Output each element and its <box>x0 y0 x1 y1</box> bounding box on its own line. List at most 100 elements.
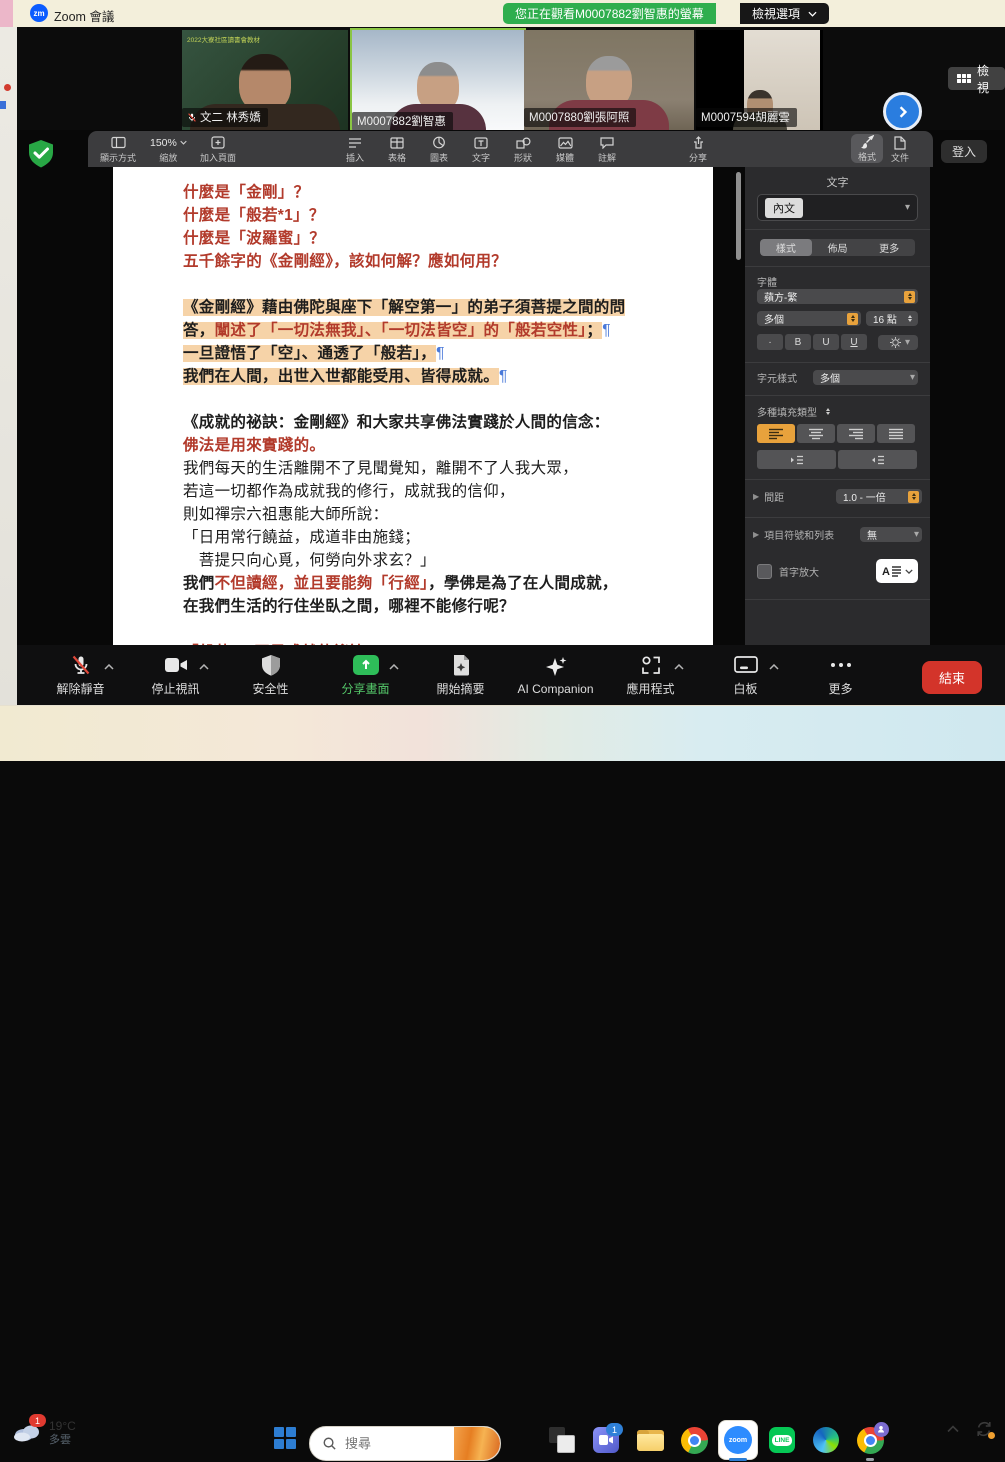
underline2-button[interactable]: U <box>841 334 867 350</box>
add-page-icon <box>211 135 225 150</box>
chevron-up-icon[interactable] <box>674 657 684 675</box>
align-justify-button[interactable] <box>877 424 915 443</box>
participant-tile[interactable]: 2022大寮社區讀書會教材文二 林秀嬌 <box>182 30 348 130</box>
taskbar-search[interactable] <box>309 1426 501 1461</box>
align-right-button[interactable] <box>837 424 875 443</box>
end-meeting-button[interactable]: 結束 <box>922 661 982 694</box>
window-title: Zoom 會議 <box>54 6 114 25</box>
participant-tile[interactable]: M0007882劉智惠 <box>350 28 526 136</box>
chevron-up-icon[interactable] <box>769 657 779 675</box>
unmute-button[interactable]: 解除靜音 <box>33 653 128 697</box>
paragraph-style-dropdown[interactable]: 內文 ▾ <box>757 194 918 221</box>
apps-button[interactable]: 應用程式 <box>603 653 698 697</box>
tab-佈局[interactable]: 佈局 <box>812 239 864 256</box>
taskbar-app-task-view[interactable] <box>540 1418 584 1462</box>
table-button[interactable]: 表格 <box>388 135 406 164</box>
document-scrollbar-thumb[interactable] <box>736 172 741 260</box>
chevron-up-icon[interactable] <box>199 657 209 675</box>
tray-expand[interactable] <box>947 1420 959 1438</box>
align-left-button[interactable] <box>757 424 795 443</box>
start-button[interactable] <box>270 1423 300 1453</box>
taskbar-app-chrome[interactable] <box>672 1418 716 1462</box>
bold-button[interactable]: B <box>785 334 811 350</box>
bullets-dropdown[interactable]: 無 ▾ <box>860 527 922 542</box>
tab-更多[interactable]: 更多 <box>863 239 915 256</box>
text-button[interactable]: 文字 <box>472 135 490 164</box>
fill-type-control[interactable]: 多種填充類型 <box>757 404 833 419</box>
spacing-disclosure[interactable]: ▶間距 <box>753 489 784 504</box>
desktop-left-strip <box>0 27 17 705</box>
text-run: 「日用常行饒益，成道非由施錢； <box>183 529 420 546</box>
participant-tile[interactable]: M0007594胡麗雲 <box>696 30 823 130</box>
document-button[interactable]: 文件 <box>891 135 909 164</box>
stop-video-button[interactable]: 停止視訊 <box>128 653 223 697</box>
more-dots-icon <box>831 653 851 677</box>
underline-button[interactable]: U <box>813 334 839 350</box>
search-input[interactable] <box>337 1435 454 1452</box>
search-seasonal-image[interactable] <box>454 1427 500 1460</box>
background-window-sliver <box>0 0 13 27</box>
comment-button[interactable]: 註解 <box>598 135 616 164</box>
italic-dot-button[interactable]: · <box>757 334 783 350</box>
advanced-text-options-button[interactable]: ▾ <box>878 335 918 350</box>
stepper-icon <box>904 291 915 303</box>
zoom-control[interactable]: 150%縮放 <box>150 135 187 164</box>
doc-sparkle-icon <box>451 653 471 677</box>
weather-widget[interactable]: 1 19°C 多雲 <box>12 1420 76 1447</box>
alignment-buttons <box>757 424 917 443</box>
indent-button[interactable] <box>838 450 917 469</box>
taskbar-app-teams-chat[interactable]: 1 <box>584 1418 628 1462</box>
align-center-button[interactable] <box>797 424 835 443</box>
weather-badge: 1 <box>29 1414 46 1427</box>
view-options-dropdown[interactable]: 檢視選項 <box>740 3 829 24</box>
taskbar-app-line[interactable]: LINE <box>760 1418 804 1462</box>
char-style-dropdown[interactable]: 多個 ▾ <box>813 370 918 385</box>
panel-title: 文字 <box>745 167 930 190</box>
view-mode-button[interactable]: 顯示方式 <box>100 135 136 164</box>
security-button[interactable]: 安全性 <box>223 653 318 697</box>
shape-button[interactable]: 形狀 <box>514 135 532 164</box>
signin-button[interactable]: 登入 <box>941 140 987 163</box>
document-page[interactable]: 什麼是「金剛」？什麼是「般若*1」？什麼是「波羅蜜」？五千餘字的《金剛經》，該如… <box>113 167 713 645</box>
drop-cap-checkbox[interactable] <box>757 564 772 579</box>
spacing-dropdown[interactable]: 1.0 - 一倍 <box>836 489 922 504</box>
add-page-button[interactable]: 加入頁面 <box>200 135 236 164</box>
text-run: 我們在人間，出世入世都能受用、皆得成就。 <box>183 368 499 385</box>
participant-name-label: 文二 林秀嬌 <box>182 108 268 127</box>
sync-status[interactable] <box>975 1420 993 1438</box>
taskbar-app-chrome-profile[interactable] <box>848 1418 892 1462</box>
participant-name-label: M0007882劉智惠 <box>352 112 453 131</box>
next-videos-button[interactable] <box>883 92 922 131</box>
more-button[interactable]: 更多 <box>793 653 888 697</box>
windows-logo-icon <box>274 1427 296 1449</box>
document-line: 答，闡述了「一切法無我」、「一切法皆空」的「般若空性」；¶ <box>183 319 713 342</box>
chart-button[interactable]: 圖表 <box>430 135 448 164</box>
gear-icon <box>890 337 901 348</box>
share-screen-button[interactable]: 分享畫面 <box>318 653 413 697</box>
view-layout-button[interactable]: 檢視 <box>948 67 1005 90</box>
media-button[interactable]: 媒體 <box>556 135 574 164</box>
chevron-up-icon[interactable] <box>104 657 114 675</box>
drop-cap-style-button[interactable]: A <box>876 559 918 583</box>
ai-companion-button[interactable]: AI Companion <box>508 655 603 696</box>
taskbar-app-edge[interactable] <box>804 1418 848 1462</box>
font-family-dropdown[interactable]: 蘋方-繁 <box>757 289 918 304</box>
format-inspector-panel: 文字 內文 ▾ 樣式佈局更多 字體 蘋方-繁 多個 16 點 ·BUU <box>745 167 930 645</box>
outdent-button[interactable] <box>757 450 836 469</box>
taskbar-app-zoom[interactable]: zoom <box>716 1418 760 1462</box>
whiteboard-button[interactable]: 白板 <box>698 653 793 697</box>
chevron-up-icon[interactable] <box>389 657 399 675</box>
comment-icon <box>600 135 614 150</box>
share-button[interactable]: 分享 <box>689 135 707 164</box>
system-tray <box>947 1420 993 1438</box>
font-size-stepper[interactable]: 16 點 <box>866 311 918 326</box>
bullets-disclosure[interactable]: ▶項目符號和列表 <box>753 527 834 542</box>
participant-name-label: M0007880劉張阿照 <box>524 108 636 127</box>
font-weight-dropdown[interactable]: 多個 <box>757 311 861 326</box>
participant-tile[interactable]: M0007880劉張阿照 <box>524 30 694 130</box>
tab-樣式[interactable]: 樣式 <box>760 239 812 256</box>
format-button[interactable]: 格式 <box>851 134 883 163</box>
taskbar-app-file-explorer[interactable] <box>628 1418 672 1462</box>
insert-button[interactable]: 插入 <box>346 135 364 164</box>
start-summary-button[interactable]: 開始摘要 <box>413 653 508 697</box>
